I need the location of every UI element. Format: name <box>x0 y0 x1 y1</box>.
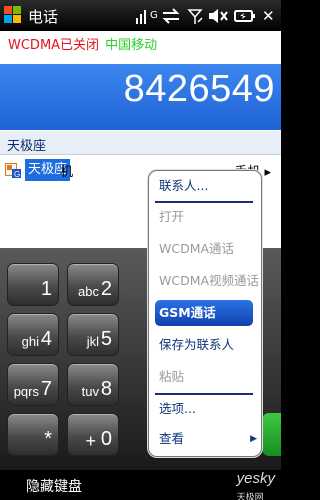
menu-item-view[interactable]: 查看 ▶ <box>149 426 261 452</box>
key-7[interactable]: pqrs 7 <box>7 363 59 406</box>
network-status-text: WCDMA已关闭 <box>8 38 100 53</box>
signal-strength-icon[interactable] <box>187 6 203 26</box>
menu-separator <box>155 393 253 395</box>
data-sync-icon[interactable] <box>160 6 182 26</box>
operator-name: 中国移动 <box>105 38 158 53</box>
key-letters: tuv <box>81 384 99 399</box>
svg-text:G: G <box>14 170 20 178</box>
windows-start-icon[interactable] <box>4 6 22 24</box>
key-2[interactable]: abc 2 <box>67 263 119 306</box>
dialed-number-band: 8426549 <box>0 64 281 130</box>
watermark: yesky 天极网 <box>237 470 275 500</box>
key-letters: ghi <box>21 334 39 349</box>
close-icon[interactable]: ✕ <box>262 6 275 26</box>
contact-card-icon: G <box>5 163 21 179</box>
battery-charging-icon[interactable] <box>233 6 257 26</box>
key-digit: 8 <box>100 378 112 400</box>
key-digit: 1 <box>40 278 52 300</box>
key-digit: 2 <box>100 278 112 300</box>
hide-keyboard-softkey[interactable]: 隐藏键盘 <box>26 476 82 496</box>
key-digit: 0 <box>100 428 112 450</box>
key-star[interactable]: * <box>7 413 59 456</box>
matched-contact-name: 天极座 <box>7 139 47 154</box>
menu-item-wcdma-video-call[interactable]: WCDMA视频通话 <box>149 268 261 294</box>
call-button[interactable] <box>262 413 281 456</box>
menu-item-paste[interactable]: 粘贴 <box>149 364 261 390</box>
app-title: 电话 <box>28 8 59 26</box>
softkey-bar: 隐藏键盘 yesky 天极网 <box>0 470 281 500</box>
menu-item-contacts[interactable]: 联系人... <box>149 173 261 199</box>
key-letters: pqrs <box>13 384 39 399</box>
network-status: WCDMA已关闭 中国移动 <box>8 34 157 53</box>
speaker-mute-icon[interactable] <box>207 6 229 26</box>
key-digit: 5 <box>100 328 112 350</box>
watermark-brand: yesky <box>236 470 275 487</box>
key-digit: 7 <box>40 378 52 400</box>
key-digit: * <box>44 428 52 450</box>
key-1[interactable]: 1 <box>7 263 59 306</box>
menu-item-wcdma-call[interactable]: WCDMA通话 <box>149 236 261 262</box>
menu-item-save-as-contact[interactable]: 保存为联系人 <box>149 332 261 358</box>
status-bar: 电话 G ✕ <box>0 0 281 31</box>
key-8[interactable]: tuv 8 <box>67 363 119 406</box>
key-letters: abc <box>78 284 99 299</box>
key-letters: + <box>85 431 96 451</box>
menu-item-view-label: 查看 <box>159 431 185 446</box>
menu-item-gsm-call[interactable]: GSM通话 <box>155 300 253 326</box>
key-0[interactable]: + 0 <box>67 413 119 456</box>
key-4[interactable]: ghi 4 <box>7 313 59 356</box>
key-5[interactable]: jkl 5 <box>67 313 119 356</box>
signal-type-label: G <box>150 10 158 21</box>
menu-separator <box>155 201 253 203</box>
context-menu: 联系人... 打开 WCDMA通话 WCDMA视频通话 GSM通话 保存为联系人… <box>148 170 262 457</box>
matched-contact-bar: 天极座 <box>0 131 281 155</box>
menu-item-open[interactable]: 打开 <box>149 204 261 230</box>
watermark-sub: 天极网 <box>236 492 264 500</box>
signal-3g-icon[interactable] <box>135 6 151 26</box>
key-letters: jkl <box>86 334 99 349</box>
submenu-arrow-icon: ▶ <box>250 434 257 444</box>
key-digit: 4 <box>40 328 52 350</box>
menu-item-options[interactable]: 选项... <box>149 396 261 422</box>
dialed-number: 8426549 <box>123 68 275 110</box>
matched-name-suffix: 机 <box>60 165 74 180</box>
